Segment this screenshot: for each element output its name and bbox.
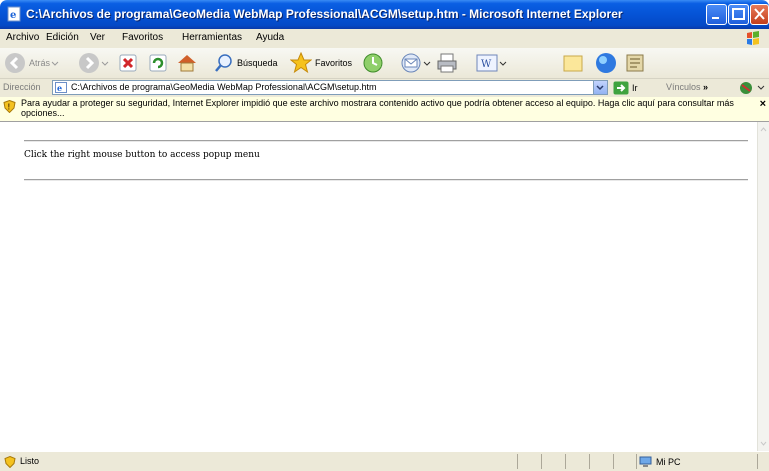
maximize-icon (732, 8, 745, 20)
menu-ver[interactable]: Ver (90, 32, 105, 43)
mail-button[interactable] (400, 51, 432, 75)
favorites-button[interactable]: Favoritos (290, 51, 352, 75)
title-bar: e C:\Archivos de programa\GeoMedia WebMa… (0, 0, 769, 29)
printer-icon (437, 53, 457, 73)
divider-top (24, 140, 748, 142)
status-pane-divider (589, 454, 591, 469)
page-instruction-text: Click the right mouse button to access p… (24, 150, 260, 160)
security-zone-label: Mi PC (656, 457, 681, 467)
messenger-icon (596, 53, 616, 73)
scroll-down-icon[interactable] (758, 439, 769, 449)
links-toolbar-button[interactable]: Vínculos » (666, 82, 708, 92)
research-button[interactable] (624, 51, 646, 75)
menu-archivo[interactable]: Archivo (6, 32, 39, 43)
menu-edicion[interactable]: Edición (46, 32, 79, 43)
discuss-button[interactable] (562, 51, 584, 75)
back-label: Atrás (29, 58, 51, 68)
status-pane-divider (541, 454, 543, 469)
address-url: C:\Archivos de programa\GeoMedia WebMap … (71, 82, 377, 92)
history-icon (363, 53, 383, 73)
ie-page-icon: e (7, 6, 21, 22)
home-button[interactable] (176, 51, 198, 75)
folder-note-icon (563, 55, 583, 72)
back-arrow-icon (5, 53, 25, 73)
windows-flag-icon (741, 30, 765, 47)
go-arrow-icon (613, 81, 629, 94)
status-pane-divider (565, 454, 567, 469)
chevron-down-icon (51, 61, 59, 66)
page-content: Click the right mouse button to access p… (0, 122, 757, 451)
address-bar: Dirección e C:\Archivos de programa\GeoM… (0, 79, 769, 98)
shield-icon: ! (3, 100, 16, 113)
minimize-icon (712, 17, 719, 19)
favorites-label: Favoritos (315, 58, 353, 68)
close-icon (754, 8, 765, 20)
information-bar-message: Para ayudar a proteger su seguridad, Int… (21, 98, 734, 118)
vertical-scrollbar[interactable] (757, 122, 769, 451)
toolbar-extra-icon[interactable] (736, 80, 766, 96)
status-bar: Listo Mi PC (0, 451, 769, 471)
links-label: Vínculos (666, 82, 701, 92)
status-text: Listo (20, 456, 40, 466)
page-icon: e (55, 82, 67, 93)
stop-button[interactable] (118, 51, 138, 75)
chevron-down-icon (596, 85, 604, 91)
mail-icon (401, 53, 421, 73)
refresh-button[interactable] (148, 51, 168, 75)
svg-text:W: W (481, 59, 492, 70)
security-zone[interactable]: Mi PC (639, 456, 681, 468)
home-icon (178, 55, 196, 72)
information-bar[interactable]: ! Para ayudar a proteger su seguridad, I… (0, 97, 769, 122)
edit-button[interactable]: W (476, 51, 508, 75)
computer-icon (639, 456, 652, 467)
status-pane-divider (517, 454, 519, 469)
messenger-button[interactable] (594, 51, 618, 75)
standard-toolbar: Atrás Búsqueda Favoritos W (0, 48, 769, 79)
go-label: Ir (632, 82, 638, 93)
svg-text:e: e (57, 83, 62, 93)
svg-text:e: e (10, 10, 16, 21)
print-button[interactable] (436, 51, 458, 75)
maximize-button[interactable] (728, 4, 749, 25)
chevron-down-icon (101, 61, 109, 66)
menu-bar: Archivo Edición Ver Favoritos Herramient… (0, 29, 769, 49)
close-button[interactable] (750, 4, 769, 25)
search-icon (215, 54, 232, 72)
minimize-button[interactable] (706, 4, 727, 25)
divider-bottom (24, 179, 748, 181)
go-button[interactable]: Ir (613, 80, 638, 95)
stop-icon (119, 54, 137, 72)
status-pane-divider (757, 454, 759, 469)
forward-arrow-icon (79, 53, 99, 73)
address-dropdown-button[interactable] (593, 81, 607, 94)
star-icon (290, 52, 312, 74)
search-label: Búsqueda (237, 58, 278, 68)
back-button[interactable]: Atrás (4, 51, 60, 75)
status-pane-divider (613, 454, 615, 469)
chevron-down-icon (499, 61, 507, 66)
address-input[interactable]: e C:\Archivos de programa\GeoMedia WebMa… (52, 80, 608, 95)
search-button[interactable]: Búsqueda (214, 51, 278, 75)
close-information-bar-button[interactable]: × (760, 98, 766, 110)
shield-status-icon (4, 456, 16, 468)
refresh-icon (149, 54, 167, 72)
menu-favoritos[interactable]: Favoritos (122, 32, 163, 43)
menu-ayuda[interactable]: Ayuda (256, 32, 284, 43)
research-icon (626, 54, 644, 72)
word-icon: W (476, 54, 498, 72)
forward-button[interactable] (78, 51, 110, 75)
window-title: C:\Archivos de programa\GeoMedia WebMap … (26, 7, 623, 21)
history-button[interactable] (362, 51, 384, 75)
scroll-up-icon[interactable] (758, 124, 769, 134)
chevron-down-icon (423, 61, 431, 66)
menu-herramientas[interactable]: Herramientas (182, 32, 242, 43)
svg-text:!: ! (8, 103, 11, 112)
address-label: Dirección (3, 82, 41, 92)
status-pane-divider (636, 454, 638, 469)
